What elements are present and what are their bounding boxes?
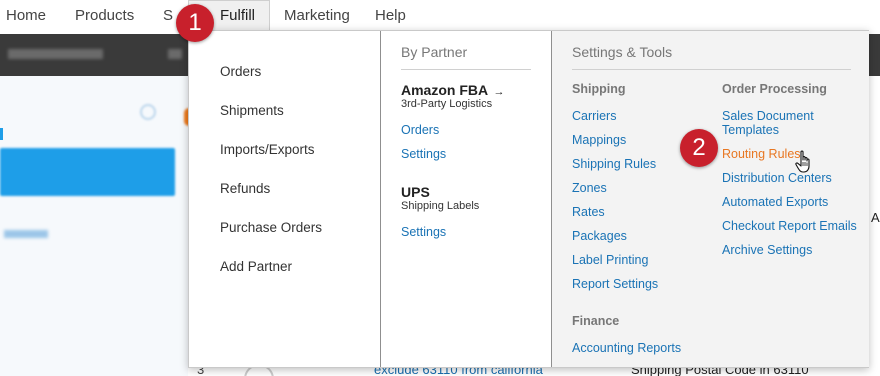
partner-name: Amazon FBA: [401, 82, 488, 98]
shipping-link-report-settings[interactable]: Report Settings: [572, 277, 658, 291]
menu-item-add-partner[interactable]: Add Partner: [220, 259, 292, 274]
top-navigation: Home Products S Fulfill Marketing Help: [0, 0, 880, 34]
hand-pointer-icon: [795, 150, 810, 173]
shipping-link-rates[interactable]: Rates: [572, 205, 605, 219]
menu-item-refunds[interactable]: Refunds: [220, 181, 270, 196]
shipping-link-carriers[interactable]: Carriers: [572, 109, 616, 123]
blurred-toolbar-text: [168, 49, 182, 59]
background-column-header: A: [871, 210, 880, 225]
partner-subtitle: 3rd-Party Logistics: [401, 98, 493, 110]
amazon-settings-link[interactable]: Settings: [401, 147, 446, 161]
amazon-orders-link[interactable]: Orders: [401, 123, 439, 137]
fulfill-dropdown-menu: Orders Shipments Imports/Exports Refunds…: [188, 30, 869, 368]
order-link-sales-document-templates[interactable]: Sales Document Templates: [722, 109, 832, 137]
divider: [401, 69, 531, 70]
sidebar-indicator: [0, 128, 3, 140]
settings-tools-header: Settings & Tools: [572, 44, 673, 60]
divider: [572, 69, 851, 70]
menu-item-shipments[interactable]: Shipments: [220, 103, 284, 118]
sidebar-item-active[interactable]: [0, 148, 175, 196]
ups-settings-link[interactable]: Settings: [401, 225, 446, 239]
collapse-icon[interactable]: [140, 104, 156, 120]
partner-subtitle: Shipping Labels: [401, 200, 480, 212]
order-link-checkout-report-emails[interactable]: Checkout Report Emails: [722, 219, 857, 233]
menu-item-purchase-orders[interactable]: Purchase Orders: [220, 220, 322, 235]
order-link-distribution-centers[interactable]: Distribution Centers: [722, 171, 832, 185]
shipping-link-zones[interactable]: Zones: [572, 181, 607, 195]
nav-sales[interactable]: S: [163, 7, 173, 24]
blurred-sidebar-text: [4, 230, 48, 238]
partner-ups[interactable]: UPS: [401, 184, 430, 200]
order-processing-heading: Order Processing: [722, 82, 827, 96]
blurred-toolbar-text: [8, 49, 103, 59]
shipping-heading: Shipping: [572, 82, 626, 96]
partner-amazon-fba[interactable]: Amazon FBA →: [401, 82, 504, 98]
finance-link-accounting-reports[interactable]: Accounting Reports: [572, 341, 681, 355]
nav-home[interactable]: Home: [6, 7, 46, 24]
nav-help[interactable]: Help: [375, 7, 406, 24]
shipping-link-label-printing[interactable]: Label Printing: [572, 253, 648, 267]
order-link-archive-settings[interactable]: Archive Settings: [722, 243, 812, 257]
menu-item-orders[interactable]: Orders: [220, 64, 261, 79]
menu-item-imports-exports[interactable]: Imports/Exports: [220, 142, 315, 157]
shipping-link-mappings[interactable]: Mappings: [572, 133, 626, 147]
arrow-right-icon: →: [493, 86, 505, 98]
finance-heading: Finance: [572, 314, 620, 328]
app-window: Home Products S Fulfill Marketing Help A…: [0, 0, 880, 376]
order-link-routing-rules[interactable]: Routing Rules: [722, 147, 801, 161]
callout-badge-2: 2: [680, 129, 718, 167]
nav-products[interactable]: Products: [75, 7, 134, 24]
by-partner-column: By Partner Amazon FBA → 3rd-Party Logist…: [380, 31, 551, 367]
settings-tools-column: Settings & Tools Shipping Carriers Mappi…: [551, 31, 869, 367]
nav-marketing[interactable]: Marketing: [284, 7, 350, 24]
by-partner-header: By Partner: [401, 44, 468, 60]
nav-fulfill[interactable]: Fulfill: [220, 7, 255, 24]
callout-badge-1: 1: [176, 4, 214, 42]
shipping-link-shipping-rules[interactable]: Shipping Rules: [572, 157, 656, 171]
shipping-link-packages[interactable]: Packages: [572, 229, 627, 243]
left-sidebar: [0, 76, 188, 376]
order-link-automated-exports[interactable]: Automated Exports: [722, 195, 828, 209]
fulfill-main-column: Orders Shipments Imports/Exports Refunds…: [189, 31, 380, 367]
